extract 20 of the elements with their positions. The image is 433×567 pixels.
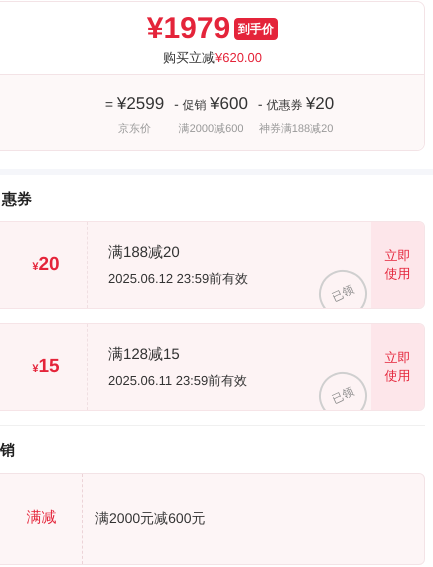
breakdown-note: 京东价 — [118, 122, 151, 136]
use-now-button[interactable]: 立即使用 — [371, 222, 424, 308]
breakdown-note: 神券满188减20 — [258, 122, 334, 136]
coupon-condition: 满128减15 — [108, 345, 180, 365]
price-badge: 到手价 — [234, 18, 278, 40]
coupon-condition: 满188减20 — [108, 243, 180, 263]
breakdown-amount: = ¥2599 — [104, 92, 164, 114]
breakdown-note: 满2000减600 — [178, 122, 244, 136]
saving-text: 购买立减¥620.00 — [163, 49, 262, 67]
coupon-value: ¥20 — [31, 252, 60, 277]
promotion-tag: 满减 — [18, 507, 56, 530]
final-price: ¥1979 — [146, 12, 230, 46]
breakdown-amount: - 促销 ¥600 — [174, 92, 248, 114]
coupon-validity: 2025.06.12 23:59前有效 — [108, 270, 248, 288]
promotion-description: 满2000元减600元 — [95, 509, 206, 528]
coupon-validity: 2025.06.11 23:59前有效 — [108, 372, 248, 390]
breakdown-amount: - 优惠券 ¥20 — [258, 92, 334, 114]
coupon-value: ¥15 — [31, 354, 60, 379]
use-now-button[interactable]: 立即使用 — [371, 324, 424, 410]
section-heading: 惠券 — [2, 190, 32, 210]
